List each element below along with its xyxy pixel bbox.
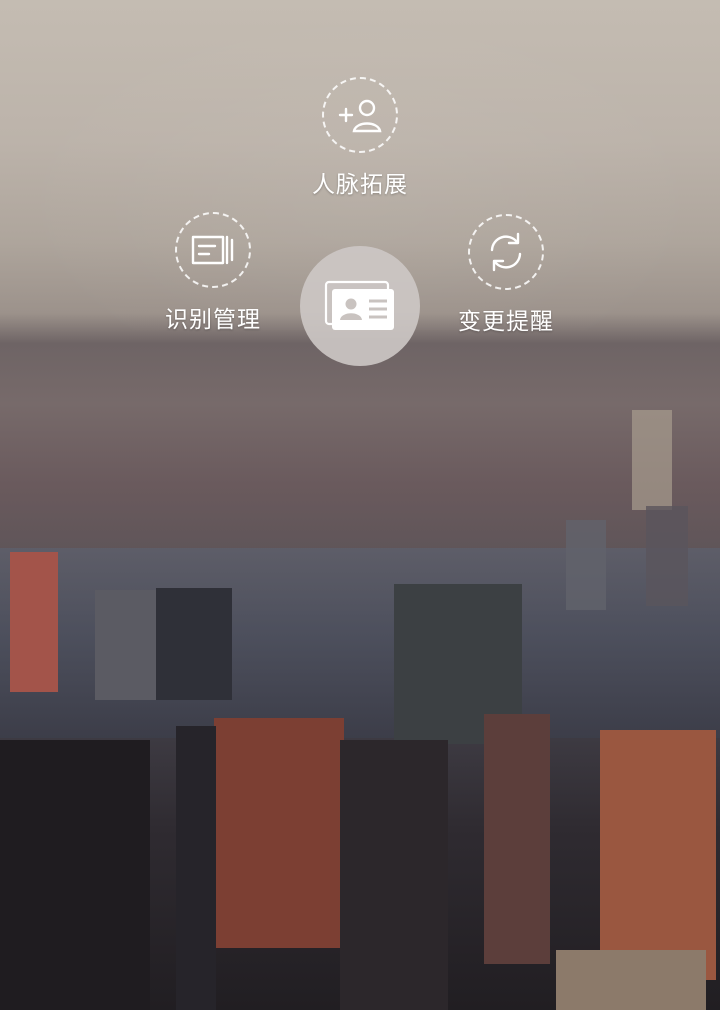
change-reminder-label: 变更提醒 [458,309,554,335]
building-shape [156,588,232,700]
building-shape [646,506,688,606]
building-shape [632,410,672,510]
building-shape [566,520,606,610]
building-shape [556,950,706,1010]
change-reminder-item[interactable]: 变更提醒 [441,214,571,336]
network-expand-label: 人脉拓展 [312,172,408,198]
building-shape [484,714,550,964]
recognition-manage-ring[interactable] [175,212,251,288]
add-person-icon [338,99,382,133]
recognition-manage-item[interactable]: 识别管理 [148,212,278,334]
recognition-manage-label: 识别管理 [165,307,261,333]
network-expand-ring[interactable] [322,77,398,153]
building-shape [95,590,157,700]
network-expand-item[interactable]: 人脉拓展 [295,77,425,199]
business-card-icon [324,280,394,330]
card-list-icon [191,235,234,265]
refresh-cycle-icon [490,232,522,272]
building-shape [176,726,216,1010]
building-shape [340,740,448,1010]
building-shape [10,552,58,692]
building-shape [0,740,150,1010]
center-card-button[interactable] [300,246,420,366]
building-shape [214,718,344,948]
change-reminder-ring[interactable] [468,214,544,290]
building-shape [600,730,716,980]
